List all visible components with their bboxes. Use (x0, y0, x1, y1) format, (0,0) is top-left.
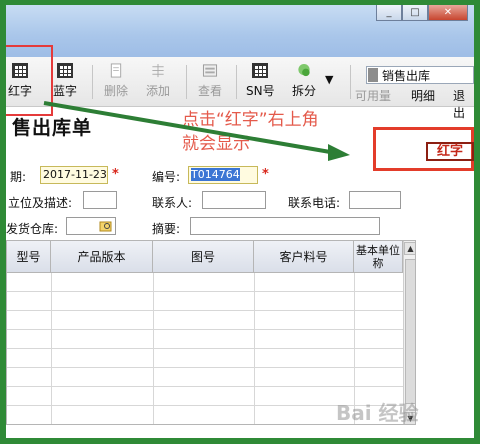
warehouse-field[interactable] (66, 217, 116, 235)
watermark: Bai 经验 (336, 401, 419, 425)
table-row[interactable] (7, 368, 403, 387)
date-field[interactable]: 2017-11-23 (40, 166, 108, 184)
unit-field[interactable] (83, 191, 117, 209)
red-stamp-highlight: 红字 (373, 127, 474, 171)
summary-label: 摘要: (152, 222, 181, 236)
blank-panel (418, 240, 474, 425)
column-header[interactable]: 客户料号 (254, 241, 354, 273)
phone-label: 联系电话: (288, 196, 341, 210)
contact-field[interactable] (202, 191, 266, 209)
summary-field[interactable] (190, 217, 380, 235)
table-row[interactable] (7, 292, 403, 311)
table-row[interactable] (7, 330, 403, 349)
contact-label: 联系人: (152, 196, 193, 210)
column-header[interactable]: 基本单位 称 (354, 241, 403, 273)
date-label: 期: (10, 170, 27, 184)
unit-label: 立位及描述: (8, 196, 73, 210)
required-mark: * (112, 167, 119, 182)
phone-field[interactable] (349, 191, 401, 209)
column-header[interactable]: 图号 (153, 241, 254, 273)
number-label: 编号: (152, 170, 181, 184)
table-header: 型号 产品版本 图号 客户料号 基本单位 称 (7, 241, 415, 273)
table-row[interactable] (7, 273, 403, 292)
required-mark: * (262, 167, 269, 182)
scroll-up-icon[interactable]: ▲ (404, 242, 415, 255)
app-window: _ □ ✕ 红字 蓝字 删除 添加 查看 SN号 拆分 ▼ 销售出库 可用量 明… (0, 0, 480, 444)
column-header[interactable]: 产品版本 (51, 241, 153, 273)
warehouse-label: 发货仓库: (6, 222, 59, 236)
lookup-icon[interactable] (99, 220, 113, 232)
scroll-thumb[interactable] (405, 259, 415, 404)
table-row[interactable] (7, 311, 403, 330)
column-header[interactable]: 型号 (7, 241, 51, 273)
table-row[interactable] (7, 349, 403, 368)
red-invoice-stamp: 红字 (426, 142, 474, 161)
number-field[interactable]: T014764 (188, 166, 258, 184)
